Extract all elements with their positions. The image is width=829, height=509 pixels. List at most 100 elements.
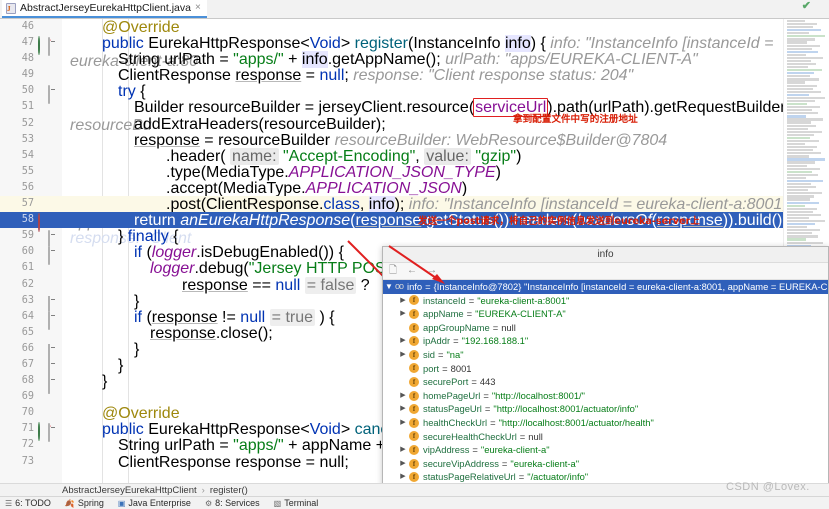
chevron-right-icon[interactable]: ▶ xyxy=(397,443,409,457)
code-line[interactable]: } finally { xyxy=(62,228,829,245)
chevron-right-icon[interactable]: ▶ xyxy=(397,294,409,308)
line-number-row[interactable]: 53 xyxy=(0,132,62,148)
breadcrumb[interactable]: AbstractJerseyEurekaHttpClient › registe… xyxy=(0,483,829,496)
code-fold-toggle[interactable] xyxy=(48,376,60,395)
chevron-right-icon[interactable]: ▶ xyxy=(397,402,409,416)
line-number-row[interactable]: 67 xyxy=(0,357,62,378)
debug-panel-toolbar[interactable]: 🗋 ← → xyxy=(383,263,828,280)
debug-variables-tree[interactable]: ▼ oo info = {InstanceInfo@7802} "Instanc… xyxy=(383,280,828,491)
code-fold-toggle[interactable] xyxy=(48,423,60,443)
line-number-row[interactable]: 69 xyxy=(0,389,62,405)
variable-row[interactable]: f securePort = 443 xyxy=(383,375,828,389)
line-number-row[interactable]: 66 xyxy=(0,341,62,362)
code-line[interactable]: public EurekaHttpResponse<Void> register… xyxy=(62,35,829,70)
code-line[interactable]: .accept(MediaType.APPLICATION_JSON) xyxy=(62,180,829,197)
minimap-line xyxy=(787,35,825,38)
variable-row[interactable]: f port = 8001 xyxy=(383,362,828,376)
line-number-row[interactable]: 64 xyxy=(0,309,62,330)
variable-row[interactable]: ▶ f instanceId = "eureka-client-a:8001" xyxy=(383,294,828,308)
inspection-ok-icon[interactable]: ✔ xyxy=(802,1,811,12)
back-arrow-icon[interactable]: ← xyxy=(407,266,417,276)
forward-arrow-icon[interactable]: → xyxy=(427,266,437,276)
line-number-row[interactable]: 70 xyxy=(0,405,62,421)
tool-button-services[interactable]: ⚙ 8: Services xyxy=(205,498,260,508)
line-number-row[interactable]: 47↑ xyxy=(0,35,62,57)
chevron-right-icon[interactable]: ▶ xyxy=(397,416,409,430)
code-fold-toggle[interactable] xyxy=(48,343,60,362)
tool-button-terminal[interactable]: ▧ Terminal xyxy=(274,498,319,508)
line-number-row[interactable]: 60 xyxy=(0,244,62,266)
code-line[interactable]: addExtraHeaders(resourceBuilder); xyxy=(62,116,829,133)
line-number: 61 xyxy=(21,262,34,274)
chevron-right-icon[interactable]: ▶ xyxy=(397,470,409,484)
code-fold-toggle[interactable] xyxy=(48,37,60,57)
line-number-row[interactable]: 63 xyxy=(0,293,62,314)
line-number-row[interactable]: 71↑ xyxy=(0,421,62,443)
line-number-row[interactable]: 51 xyxy=(0,99,62,115)
chevron-right-icon[interactable]: ▶ xyxy=(397,334,409,348)
code-line[interactable]: .header( name: "Accept-Encoding", value:… xyxy=(62,147,829,165)
chevron-right-icon[interactable]: ▶ xyxy=(397,457,409,471)
line-number-row[interactable]: 46 xyxy=(0,19,62,35)
breakpoint-icon[interactable] xyxy=(38,213,50,233)
breadcrumb-method[interactable]: register() xyxy=(210,485,248,496)
code-line[interactable]: ClientResponse response = null; response… xyxy=(62,67,829,84)
variable-row[interactable]: ▶ f sid = "na" xyxy=(383,348,828,362)
code-line[interactable]: .post(ClientResponse.class, info); info:… xyxy=(62,196,829,231)
chevron-down-icon[interactable]: ▼ xyxy=(383,280,395,294)
chevron-right-icon[interactable]: ▶ xyxy=(397,307,409,321)
line-number-row[interactable]: 57 xyxy=(0,196,62,213)
variable-row[interactable]: ▶ f secureVipAddress = "eureka-client-a" xyxy=(383,457,828,471)
breadcrumb-class[interactable]: AbstractJerseyEurekaHttpClient xyxy=(62,485,197,496)
variable-root-info[interactable]: ▼ oo info = {InstanceInfo@7802} "Instanc… xyxy=(383,280,828,294)
tool-window-bar[interactable]: ☰ 6: TODO 🍂 Spring ▣ Java Enterprise ⚙ 8… xyxy=(0,496,829,509)
chevron-right-icon[interactable]: ▶ xyxy=(397,348,409,362)
chevron-right-icon[interactable]: ▶ xyxy=(397,389,409,403)
code-fold-toggle[interactable] xyxy=(48,295,60,314)
variable-name: appGroupName xyxy=(423,321,490,333)
tool-button-java-enterprise[interactable]: ▣ Java Enterprise xyxy=(118,498,191,508)
variable-row[interactable]: ▶ f statusPageUrl = "http://localhost:8001/a… xyxy=(383,402,828,416)
variable-row[interactable]: ▶ f ipAddr = "192.168.188.1" xyxy=(383,334,828,348)
line-number-row[interactable]: 48 xyxy=(0,51,62,67)
line-number-row[interactable]: 68 xyxy=(0,373,62,395)
variable-row[interactable]: ▶ f healthCheckUrl = "http://localhost:8001/… xyxy=(383,416,828,430)
editor-tab-abstractjerseyeurekahttpclient[interactable]: J AbstractJerseyEurekaHttpClient.java × xyxy=(2,0,207,18)
code-fold-toggle[interactable] xyxy=(48,246,60,266)
line-number-row[interactable]: 55 xyxy=(0,164,62,180)
code-fold-toggle[interactable] xyxy=(48,359,60,378)
line-number-row[interactable]: 61 xyxy=(0,260,62,276)
line-number-row[interactable]: 49 xyxy=(0,67,62,83)
line-number-row[interactable]: 59 xyxy=(0,228,62,250)
code-line[interactable]: @Override xyxy=(62,19,829,36)
line-number-row[interactable]: 58 xyxy=(0,212,62,233)
line-number-row[interactable]: 62 xyxy=(0,277,62,293)
line-number-row[interactable]: 54 xyxy=(0,148,62,164)
line-number: 67 xyxy=(21,358,34,370)
tool-button-todo[interactable]: ☰ 6: TODO xyxy=(5,498,51,508)
variable-row[interactable]: ▶ f homePageUrl = "http://localhost:8001/" xyxy=(383,389,828,403)
copy-icon[interactable]: 🗋 xyxy=(389,266,397,276)
tool-button-spring[interactable]: 🍂 Spring xyxy=(65,498,104,508)
line-number-row[interactable]: 50 xyxy=(0,83,62,105)
variable-row[interactable]: ▶ f vipAddress = "eureka-client-a" xyxy=(383,443,828,457)
code-fold-toggle[interactable] xyxy=(48,230,60,250)
variable-row[interactable]: f secureHealthCheckUrl = null xyxy=(383,430,828,444)
code-fold-toggle[interactable] xyxy=(48,85,60,105)
code-line[interactable]: .type(MediaType.APPLICATION_JSON_TYPE) xyxy=(62,164,829,181)
line-number-row[interactable]: 56 xyxy=(0,180,62,196)
code-line[interactable]: try { xyxy=(62,83,829,100)
line-number-row[interactable]: 52 xyxy=(0,116,62,132)
code-line[interactable]: String urlPath = "apps/" + info.getAppNa… xyxy=(62,51,829,69)
variable-value: null xyxy=(501,321,516,333)
variable-row[interactable]: f appGroupName = null xyxy=(383,321,828,335)
line-number-row[interactable]: 72 xyxy=(0,437,62,453)
code-line[interactable]: Builder resourceBuilder = jerseyClient.r… xyxy=(62,98,829,134)
code-line[interactable]: response = resourceBuilder resourceBuild… xyxy=(62,132,829,149)
close-icon[interactable]: × xyxy=(195,3,201,13)
line-number-row[interactable]: 73 xyxy=(0,454,62,470)
variable-row[interactable]: ▶ f appName = "EUREKA-CLIENT-A" xyxy=(383,307,828,321)
debugger-variables-popup[interactable]: info 🗋 ← → ▼ oo info = {InstanceInfo@780… xyxy=(382,246,829,492)
line-number-row[interactable]: 65 xyxy=(0,325,62,341)
code-fold-toggle[interactable] xyxy=(48,310,60,330)
